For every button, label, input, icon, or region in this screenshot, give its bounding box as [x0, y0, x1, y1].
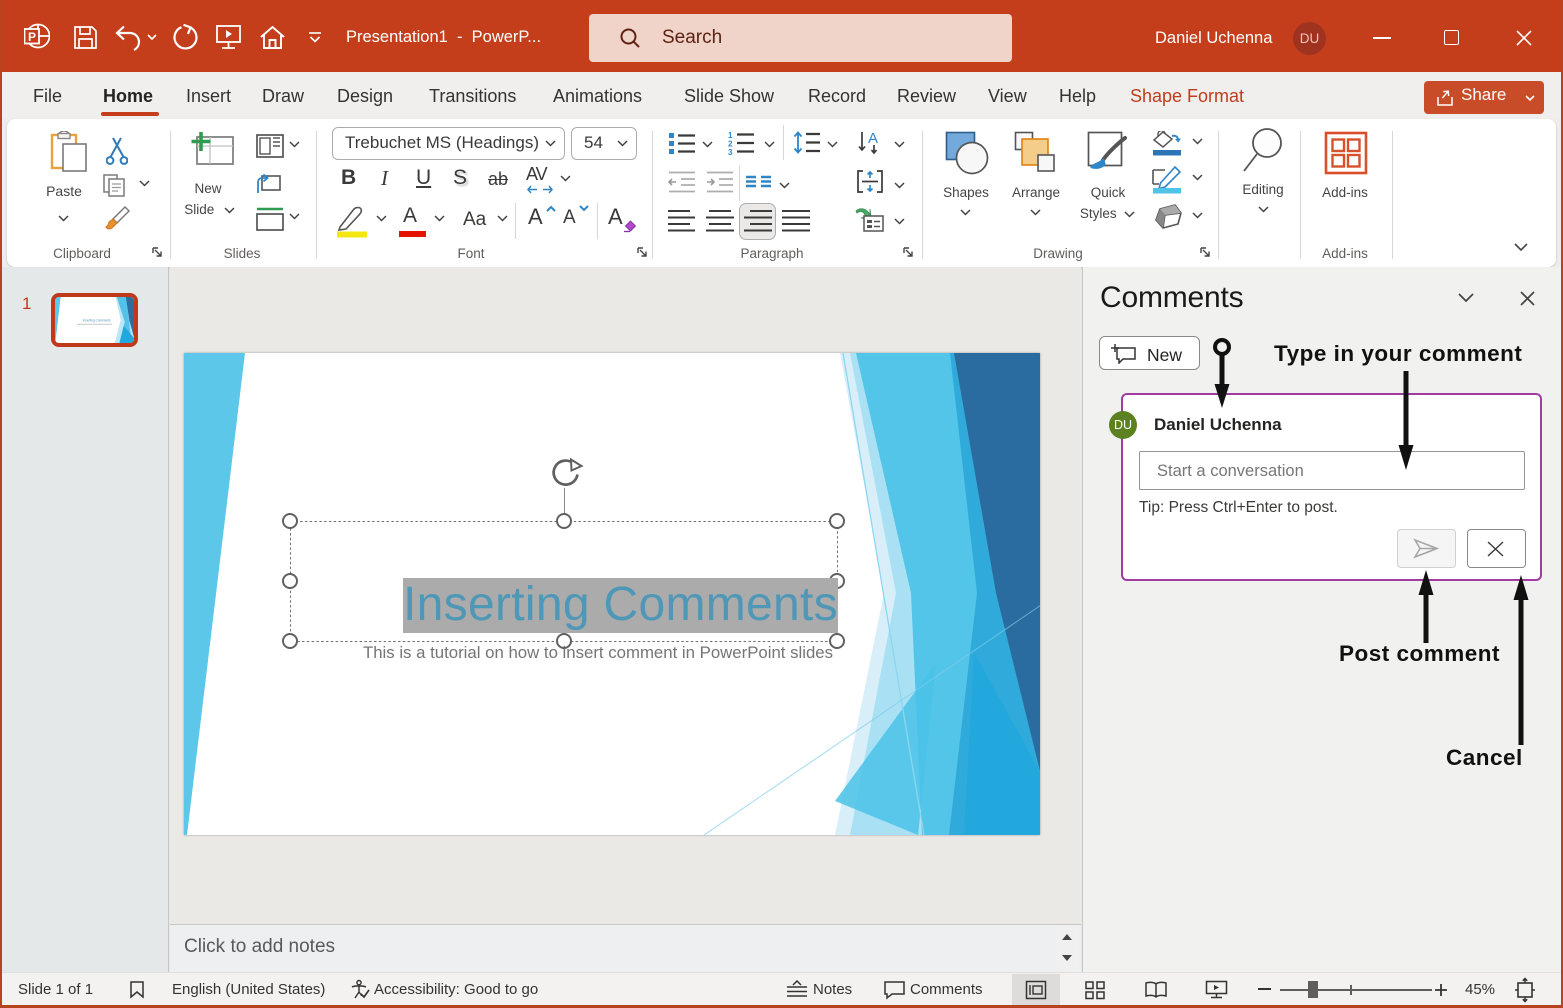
svg-text:A: A: [868, 130, 878, 147]
svg-text:3: 3: [728, 148, 733, 155]
svg-text:P: P: [28, 30, 36, 44]
svg-text:Inserting Comments: Inserting Comments: [83, 318, 111, 322]
